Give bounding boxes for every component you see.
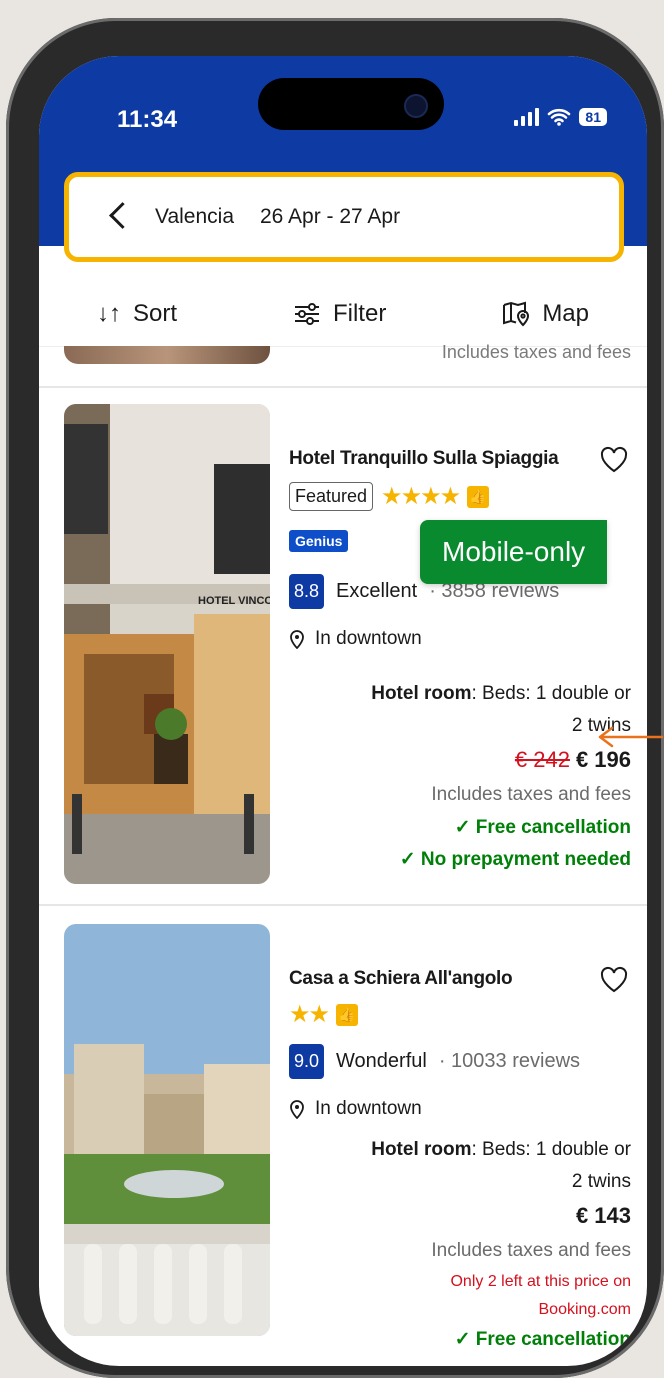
annotation-arrow-icon (598, 726, 664, 748)
phone-frame: 11:34 81 Valencia 26 Apr - 27 Apr ↓↑ Sor… (6, 18, 664, 1378)
mobile-only-annotation: Mobile-only (420, 520, 608, 584)
review-score-badge: 8.8 (289, 574, 325, 609)
search-summary-box[interactable]: Valencia 26 Apr - 27 Apr (64, 172, 624, 262)
hotel-name[interactable]: Casa a Schiera All'angolo (289, 968, 513, 990)
filter-button[interactable]: Filter (293, 300, 386, 328)
map-icon (503, 301, 530, 327)
location-row: In downtown (289, 628, 422, 650)
app-screen: 11:34 81 Valencia 26 Apr - 27 Apr ↓↑ Sor… (39, 56, 647, 1366)
status-time: 11:34 (117, 106, 178, 133)
sort-arrows-icon: ↓↑ (96, 300, 121, 327)
favorite-heart-icon[interactable] (599, 446, 629, 474)
location-pin-icon (290, 1100, 304, 1119)
wifi-icon (548, 108, 571, 126)
filter-sliders-icon (294, 303, 319, 325)
room-type: Hotel room: Beds: 1 double or (371, 1139, 631, 1160)
review-count: · 10033 reviews (438, 1050, 581, 1072)
favorite-heart-icon[interactable] (599, 966, 629, 994)
location-text: In downtown (315, 628, 422, 649)
star-rating: ★★ (289, 1001, 330, 1028)
hotel-photo[interactable] (64, 924, 270, 1336)
room-type-cont: 2 twins (571, 715, 631, 736)
room-price-block: Hotel room: Beds: 1 double or 2 twins € … (371, 1134, 631, 1356)
thumbs-up-icon: 👍 (336, 1003, 359, 1026)
star-rating: ★★★★ (381, 483, 461, 510)
filter-label: Filter (332, 300, 387, 327)
location-pin-icon (290, 630, 304, 649)
current-price: € 143 (575, 1203, 631, 1228)
featured-badge: Featured (289, 482, 374, 511)
sort-label: Sort (132, 300, 177, 327)
taxes-note: Includes taxes and fees (431, 784, 631, 805)
location-text: In downtown (315, 1098, 422, 1119)
dynamic-island (258, 78, 444, 130)
taxes-note: Includes taxes and fees (431, 1240, 631, 1261)
review-score-row: 9.0 Wonderful · 10033 reviews (289, 1044, 580, 1079)
search-city: Valencia (155, 205, 234, 228)
hotel-badges: ★★ 👍 (289, 1000, 359, 1029)
review-score-badge: 9.0 (289, 1044, 325, 1079)
no-prepayment: ✓ No prepayment needed (399, 849, 631, 870)
hotel-facade-image: HOTEL VINCCI MERIDIEN (64, 404, 270, 884)
map-label: Map (542, 300, 589, 327)
camera-icon (404, 94, 428, 118)
review-score-label: Excellent (336, 580, 418, 602)
hotel-card[interactable]: HOTEL VINCCI MERIDIEN Hotel Tranquillo S… (39, 386, 647, 906)
room-type: Hotel room: Beds: 1 double or (371, 683, 631, 704)
hotel-card[interactable]: Casa a Schiera All'angolo ★★ 👍 9.0 Wonde… (39, 906, 647, 1350)
free-cancellation: ✓ Free cancellation (454, 817, 631, 838)
hotel-photo[interactable]: HOTEL VINCCI MERIDIEN (64, 404, 270, 884)
sort-button[interactable]: ↓↑ Sort (97, 300, 177, 328)
battery-indicator: 81 (579, 108, 607, 126)
original-price: € 242 (514, 747, 570, 772)
back-arrow-icon[interactable] (107, 204, 133, 230)
photo-sign-text: HOTEL VINCCI MERIDIEN (198, 595, 270, 607)
sort-filter-bar: ↓↑ Sort Filter Map (39, 282, 647, 347)
city-square-image (64, 924, 270, 1336)
thumbs-up-icon: 👍 (467, 485, 490, 508)
room-type-cont: 2 twins (571, 1171, 631, 1192)
scarcity-message: Only 2 left at this price on (450, 1273, 631, 1290)
room-price-block: Hotel room: Beds: 1 double or 2 twins € … (371, 678, 631, 876)
review-score-label: Wonderful (336, 1050, 427, 1072)
scarcity-message-cont: Booking.com (538, 1301, 632, 1318)
location-row: In downtown (289, 1098, 422, 1120)
status-icons: 81 (514, 108, 607, 126)
previous-listing-photo (64, 346, 270, 364)
previous-listing-taxes: Includes taxes and fees (441, 342, 631, 362)
genius-badge: Genius (289, 530, 349, 552)
hotel-badges: Featured ★★★★ 👍 (289, 482, 490, 511)
search-dates: 26 Apr - 27 Apr (260, 205, 401, 228)
price-row: € 242 € 196 (371, 742, 631, 778)
signal-icon (514, 108, 540, 126)
hotel-name[interactable]: Hotel Tranquillo Sulla Spiaggia (289, 448, 559, 470)
map-button[interactable]: Map (502, 300, 589, 328)
free-cancellation: ✓ Free cancellation (454, 1329, 631, 1350)
